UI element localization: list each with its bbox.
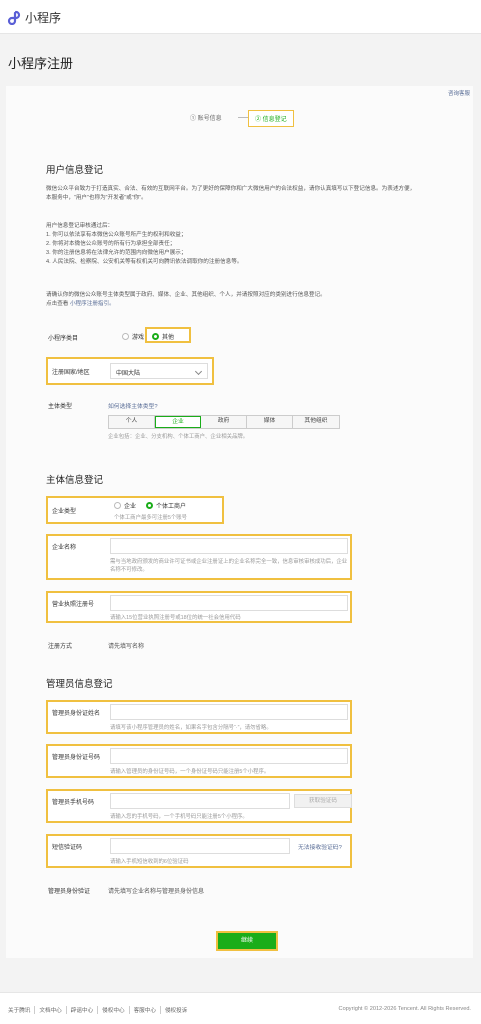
admin-name-label: 管理员身份证姓名 — [52, 711, 101, 717]
step-account-info: ① 账号信息 — [190, 116, 222, 122]
company-type-highlight: 企业类型 企业 个体工商户 个体工商户最多可注册5个账号 — [46, 496, 224, 524]
category-option-other[interactable]: 其他 — [145, 327, 191, 343]
company-type-enterprise[interactable]: 企业 — [114, 501, 136, 510]
company-name-highlight: 企业名称 需与当地政府颁发的商业许可证书或企业注册证上的企业名称完全一致，信息审… — [46, 534, 352, 580]
subject-type-other-org[interactable]: 其他组织 — [293, 416, 339, 428]
confirm-paragraph: 请确认你的微信公众账号主体类型属于政府、媒体、企业、其他组织、个人，并请按照对应… — [46, 291, 416, 309]
view-prefix: 点击查看 — [46, 301, 69, 307]
footer-link[interactable]: 侵权中心 — [98, 1006, 130, 1014]
step-info-registration: ② 信息登记 — [248, 110, 294, 127]
user-intro: 微信公众平台致力于打造真实、合法、有效的互联网平台。为了更好的保障你和广大微信用… — [46, 185, 416, 203]
chevron-down-icon — [194, 367, 203, 376]
footer-link[interactable]: 侵权投诉 — [161, 1006, 191, 1014]
footer-link[interactable]: 客服中心 — [130, 1006, 161, 1014]
company-name-input[interactable] — [110, 538, 348, 554]
radio-icon — [122, 333, 129, 340]
subject-type-government[interactable]: 政府 — [201, 416, 247, 428]
admin-id-input[interactable] — [110, 748, 348, 764]
footer-link[interactable]: 文档中心 — [35, 1006, 67, 1014]
sms-code-label: 短信验证码 — [52, 845, 83, 851]
radio-checked-icon — [152, 333, 159, 340]
subject-type-label: 主体类型 — [48, 404, 73, 410]
top-bar: 小程序 — [0, 0, 481, 34]
category-label: 小程序类目 — [48, 336, 79, 342]
user-section-title: 用户信息登记 — [46, 165, 104, 176]
company-type-label: 企业类型 — [52, 509, 77, 515]
rule-item: 4. 人民法院、检察院、公安机关等有权机关可向腾讯依法调取你的注册信息等。 — [46, 259, 243, 265]
admin-verify-label: 管理员身份验证 — [48, 889, 91, 895]
company-type-individual-business[interactable]: 个体工商户 — [146, 501, 186, 510]
rule-item: 2. 你将对本微信公众账号的所有行为承担全部责任； — [46, 241, 176, 247]
sms-code-input[interactable] — [110, 838, 290, 854]
subject-type-tabs: 个人 企业 政府 媒体 其他组织 — [108, 415, 340, 429]
cannot-receive-code-link[interactable]: 无法接收验证码? — [298, 842, 342, 851]
admin-name-input[interactable] — [110, 704, 348, 720]
category-option-label: 游戏 — [132, 335, 145, 341]
company-name-label: 企业名称 — [52, 545, 77, 551]
footer: 关于腾讯 文档中心 辟谣中心 侵权中心 客服中心 侵权投诉 Copyright … — [0, 992, 481, 1024]
page-title: 小程序注册 — [8, 56, 74, 71]
license-hint: 请输入15位营业执照注册号或18位的统一社会信用代码 — [110, 615, 241, 621]
app-name[interactable]: 小程序 — [25, 9, 61, 26]
category-option-game[interactable]: 游戏 — [122, 332, 144, 341]
rule-item: 1. 你可以依法享有本微信公众账号所产生的权利和收益； — [46, 232, 187, 238]
company-name-hint: 需与当地政府颁发的商业许可证书或企业注册证上的企业名称完全一致，信息审核审核成功… — [110, 559, 348, 573]
sms-code-highlight: 短信验证码 无法接收验证码? 请输入手机短信收到的6位验证码 — [46, 834, 352, 868]
footer-link[interactable]: 辟谣中心 — [67, 1006, 99, 1014]
confirm-text: 请确认你的微信公众账号主体类型属于政府、媒体、企业、其他组织、个人，并请按照对应… — [46, 292, 326, 298]
admin-phone-highlight: 管理员手机号码 获取验证码 请输入您的手机号码，一个手机号码只能注册5个小程序。 — [46, 789, 352, 823]
miniprogram-logo-icon[interactable] — [6, 9, 22, 25]
main-panel: 咨询客服 ① 账号信息 ② 信息登记 用户信息登记 微信公众平台致力于打造真实、… — [6, 86, 473, 958]
license-highlight: 营业执照注册号 请输入15位营业执照注册号或18位的统一社会信用代码 — [46, 591, 352, 623]
category-option-label: 其他 — [162, 335, 175, 341]
admin-verify-value: 请先填写企业名称与管理员身份信息 — [108, 889, 205, 895]
admin-id-label: 管理员身份证号码 — [52, 755, 101, 761]
subject-type-media[interactable]: 媒体 — [247, 416, 293, 428]
subject-type-enterprise[interactable]: 企业 — [155, 416, 201, 428]
admin-id-hint: 请输入管理员的身份证号码，一个身份证号码只能注册5个小程序。 — [110, 769, 270, 775]
admin-name-highlight: 管理员身份证姓名 请填写该小程序管理员的姓名，如果名字包含分隔号“·”，请勿省略… — [46, 700, 352, 734]
admin-id-highlight: 管理员身份证号码 请输入管理员的身份证号码，一个身份证号码只能注册5个小程序。 — [46, 744, 352, 778]
rules-title: 用户信息登记审核通过后： — [46, 223, 114, 229]
sms-code-hint: 请输入手机短信收到的6位验证码 — [110, 859, 189, 865]
region-label: 注册国家/地区 — [52, 370, 90, 376]
get-sms-code-button[interactable]: 获取验证码 — [294, 794, 352, 808]
reg-method-value: 请先填写名称 — [108, 644, 145, 650]
user-rules: 用户信息登记审核通过后： 1. 你可以依法享有本微信公众账号所产生的权利和收益；… — [46, 222, 416, 267]
admin-name-hint: 请填写该小程序管理员的姓名，如果名字包含分隔号“·”，请勿省略。 — [110, 725, 272, 731]
rule-item: 3. 你的注册信息将在法律允许的范围内向微信用户展示； — [46, 250, 187, 256]
subject-type-help-link[interactable]: 如何选择主体类型? — [108, 401, 158, 410]
reg-method-label: 注册方式 — [48, 644, 73, 650]
category-option-other-radio[interactable]: 其他 — [152, 332, 174, 341]
admin-phone-label: 管理员手机号码 — [52, 800, 95, 806]
continue-button[interactable]: 继续 — [216, 931, 278, 951]
subject-section-title: 主体信息登记 — [46, 475, 104, 486]
region-select[interactable]: 中国大陆 — [110, 363, 208, 379]
help-link[interactable]: 咨询客服 — [448, 89, 470, 97]
subject-type-individual[interactable]: 个人 — [109, 416, 155, 428]
step-indicator: ① 账号信息 ② 信息登记 — [6, 110, 473, 127]
license-number-input[interactable] — [110, 595, 348, 611]
radio-checked-icon — [146, 502, 153, 509]
region-highlight: 注册国家/地区 中国大陆 — [46, 357, 214, 385]
admin-phone-hint: 请输入您的手机号码，一个手机号码只能注册5个小程序。 — [110, 814, 248, 820]
license-label: 营业执照注册号 — [52, 602, 95, 608]
company-type-hint: 个体工商户最多可注册5个账号 — [114, 515, 188, 521]
admin-phone-input[interactable] — [110, 793, 290, 809]
admin-section-title: 管理员信息登记 — [46, 679, 113, 690]
user-intro-text: 微信公众平台致力于打造真实、合法、有效的互联网平台。为了更好的保障你和广大微信用… — [46, 186, 382, 192]
register-guide-link[interactable]: 小程序注册指引。 — [70, 301, 115, 307]
company-type-option-label: 个体工商户 — [156, 504, 187, 510]
radio-icon — [114, 502, 121, 509]
footer-links: 关于腾讯 文档中心 辟谣中心 侵权中心 客服中心 侵权投诉 — [8, 1006, 191, 1014]
company-type-option-label: 企业 — [124, 504, 137, 510]
subject-type-hint: 企业包括：企业、分支机构、个体工商户、企业相关品牌。 — [108, 434, 249, 440]
copyright: Copyright © 2012-2026 Tencent. All Right… — [338, 1006, 471, 1012]
region-value: 中国大陆 — [116, 371, 141, 377]
footer-link[interactable]: 关于腾讯 — [8, 1006, 36, 1014]
